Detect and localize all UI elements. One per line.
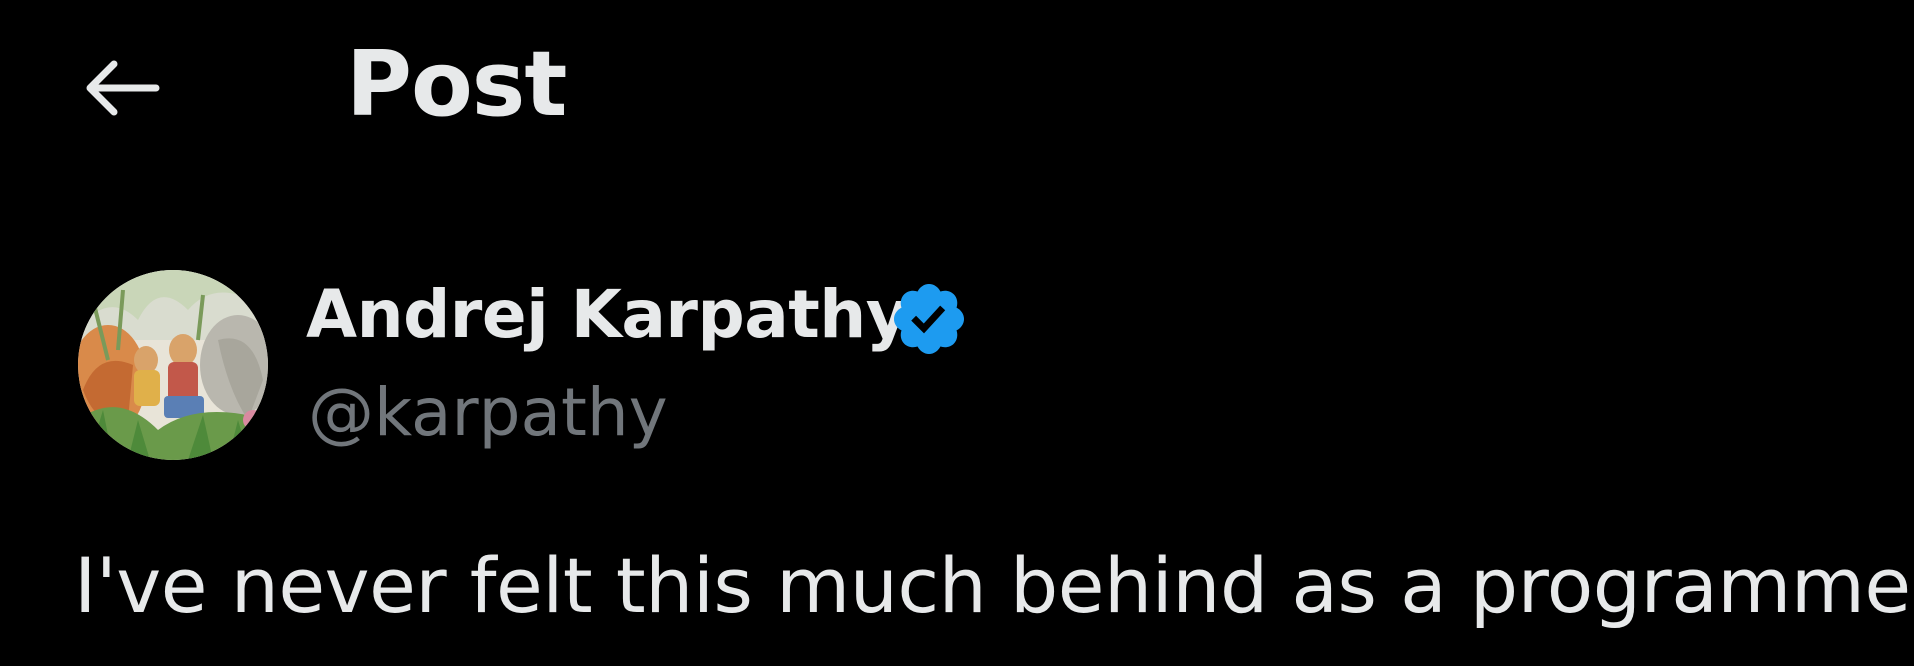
- author-display-name[interactable]: Andrej Karpathy: [306, 272, 909, 358]
- verified-badge-icon: [893, 283, 965, 355]
- back-button[interactable]: [76, 48, 168, 128]
- top-bar: Post: [0, 0, 1914, 170]
- page-title: Post: [346, 32, 567, 137]
- arrow-left-icon: [86, 60, 160, 116]
- post-text: I've never felt this much behind as a pr…: [74, 541, 1914, 630]
- verified-badge: [888, 278, 970, 360]
- profile-avatar: [78, 270, 268, 460]
- post-author: Andrej Karpathy @karpathy: [0, 262, 1914, 472]
- author-handle[interactable]: @karpathy: [308, 370, 668, 456]
- avatar[interactable]: [78, 270, 268, 460]
